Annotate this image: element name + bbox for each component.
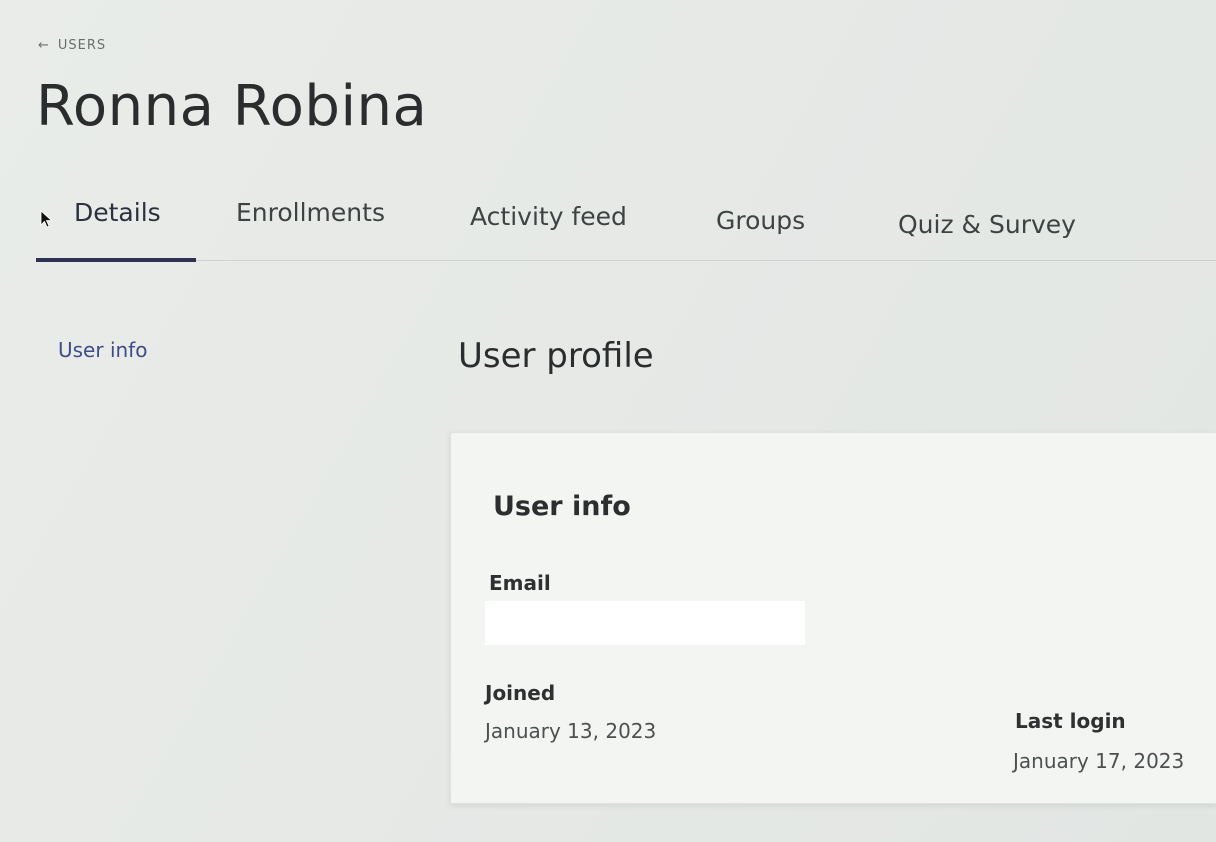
tab-bar: Details Enrollments Activity feed Groups… xyxy=(36,190,1216,262)
user-info-card: User info Email Joined January 13, 2023 … xyxy=(450,432,1216,804)
breadcrumb-label: USERS xyxy=(57,38,107,53)
tab-details[interactable]: Details xyxy=(74,198,161,227)
back-arrow-icon: ← xyxy=(38,38,50,53)
tab-quiz-survey[interactable]: Quiz & Survey xyxy=(898,210,1076,239)
tab-activity-feed[interactable]: Activity feed xyxy=(470,202,627,231)
user-detail-screen: ← USERS Ronna Robina Details Enrollments… xyxy=(0,0,1216,842)
section-title: User profile xyxy=(458,336,654,376)
joined-value: January 13, 2023 xyxy=(485,719,657,743)
active-tab-indicator xyxy=(36,258,196,262)
last-login-label: Last login xyxy=(1015,709,1126,733)
breadcrumb-users[interactable]: ← USERS xyxy=(38,38,106,53)
sidebar-item-user-info[interactable]: User info xyxy=(58,338,147,362)
card-title: User info xyxy=(493,491,631,522)
email-value xyxy=(485,601,805,645)
page-title: Ronna Robina xyxy=(36,74,428,139)
joined-label: Joined xyxy=(485,681,556,705)
tab-enrollments[interactable]: Enrollments xyxy=(236,198,385,227)
mouse-cursor-icon xyxy=(40,210,53,228)
tab-groups[interactable]: Groups xyxy=(716,206,805,235)
email-label: Email xyxy=(489,571,551,595)
last-login-value: January 17, 2023 xyxy=(1013,749,1185,773)
